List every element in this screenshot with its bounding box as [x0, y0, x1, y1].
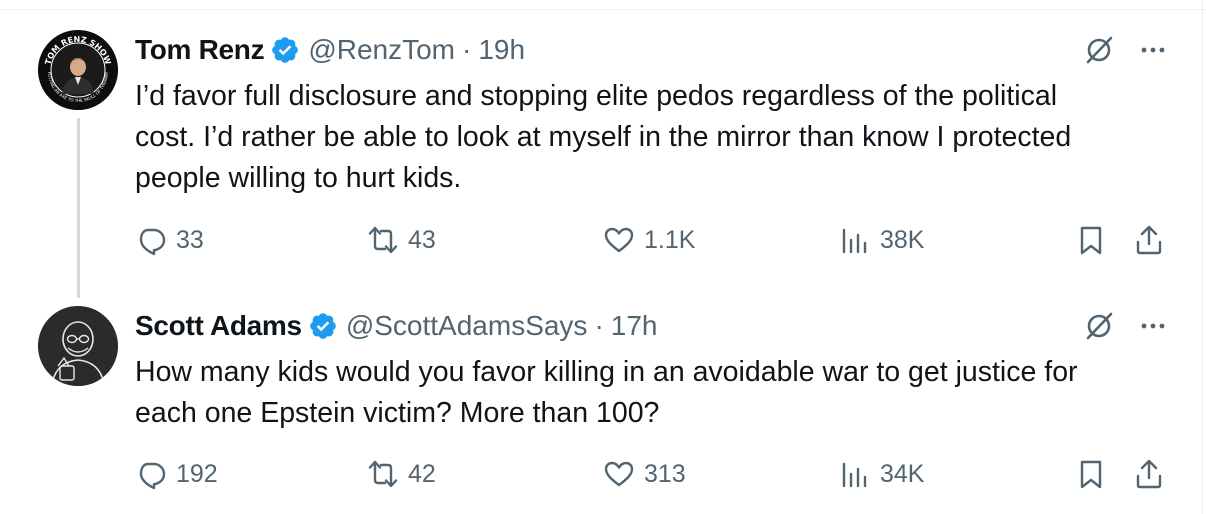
views-button[interactable]: 38K: [839, 222, 924, 258]
verified-badge-icon: [308, 311, 338, 341]
views-count: 34K: [880, 459, 925, 488]
tweet-text-line: How many kids would you favor killing in…: [135, 356, 1078, 388]
tweet-text-line: I’d favor full disclosure and stopping e…: [135, 80, 1058, 112]
scott-adams-avatar-drawing: [38, 306, 118, 386]
tweet-scott-adams[interactable]: Scott Adams @ScottAdamsSays · 17h How ma…: [0, 290, 1206, 514]
more-dots-icon[interactable]: [1136, 33, 1170, 67]
timestamp[interactable]: 19h: [478, 34, 525, 66]
author-name[interactable]: Tom Renz: [135, 34, 265, 66]
like-button[interactable]: 313: [603, 456, 686, 492]
reply-button[interactable]: 33: [135, 222, 204, 258]
verified-badge-icon: [270, 35, 300, 65]
like-count: 313: [644, 459, 686, 488]
share-button[interactable]: [1133, 222, 1165, 258]
heart-icon: [604, 461, 634, 487]
reply-icon: [139, 228, 166, 256]
bookmark-icon: [1080, 460, 1102, 489]
reply-button[interactable]: 192: [135, 456, 218, 492]
reply-count: 192: [176, 459, 218, 488]
bookmark-icon: [1080, 226, 1102, 255]
separator-dot: ·: [594, 310, 604, 341]
tweet-text: I’d favor full disclosure and stopping e…: [135, 76, 1175, 199]
tom-renz-show-logo: TOM RENZ SHOW PUTTING AN AXE TO THE SKUL…: [38, 30, 118, 110]
reply-icon: [139, 462, 166, 490]
like-count: 1.1K: [644, 225, 696, 254]
views-count: 38K: [880, 225, 925, 254]
grok-icon[interactable]: [1082, 33, 1116, 67]
repost-icon: [368, 226, 398, 254]
repost-count: 42: [408, 459, 436, 488]
action-bar: 192 42 313 34K: [135, 456, 1175, 492]
share-button[interactable]: [1133, 456, 1165, 492]
avatar[interactable]: TOM RENZ SHOW PUTTING AN AXE TO THE SKUL…: [38, 30, 118, 110]
more-dots-icon[interactable]: [1136, 309, 1170, 343]
views-icon: [842, 228, 867, 254]
views-button[interactable]: 34K: [839, 456, 924, 492]
separator-dot: ·: [462, 34, 472, 65]
tweet-text-line: people willing to hurt kids.: [135, 162, 462, 194]
repost-button[interactable]: 43: [367, 222, 436, 258]
author-name[interactable]: Scott Adams: [135, 310, 302, 342]
bookmark-button[interactable]: [1075, 222, 1107, 258]
timestamp[interactable]: 17h: [611, 310, 658, 342]
tweet-header: Scott Adams @ScottAdamsSays · 17h: [135, 306, 657, 346]
author-handle[interactable]: @RenzTom: [308, 34, 455, 66]
tweet-text-line: each one Epstein victim? More than 100?: [135, 397, 660, 429]
grok-icon[interactable]: [1082, 309, 1116, 343]
views-icon: [842, 462, 867, 488]
repost-button[interactable]: 42: [367, 456, 436, 492]
repost-count: 43: [408, 225, 436, 254]
heart-icon: [604, 227, 634, 253]
avatar[interactable]: [38, 306, 118, 386]
share-icon: [1136, 225, 1162, 255]
author-handle[interactable]: @ScottAdamsSays: [346, 310, 588, 342]
action-bar: 33 43 1.1K 38K: [135, 222, 1175, 258]
like-button[interactable]: 1.1K: [603, 222, 695, 258]
tweet-header: Tom Renz @RenzTom · 19h: [135, 30, 525, 70]
tweet-tom-renz[interactable]: TOM RENZ SHOW PUTTING AN AXE TO THE SKUL…: [0, 0, 1206, 290]
tweet-text-line: cost. I’d rather be able to look at myse…: [135, 121, 1072, 153]
share-icon: [1136, 459, 1162, 489]
reply-count: 33: [176, 225, 204, 254]
tweet-text: How many kids would you favor killing in…: [135, 352, 1175, 434]
repost-icon: [368, 460, 398, 488]
bookmark-button[interactable]: [1075, 456, 1107, 492]
